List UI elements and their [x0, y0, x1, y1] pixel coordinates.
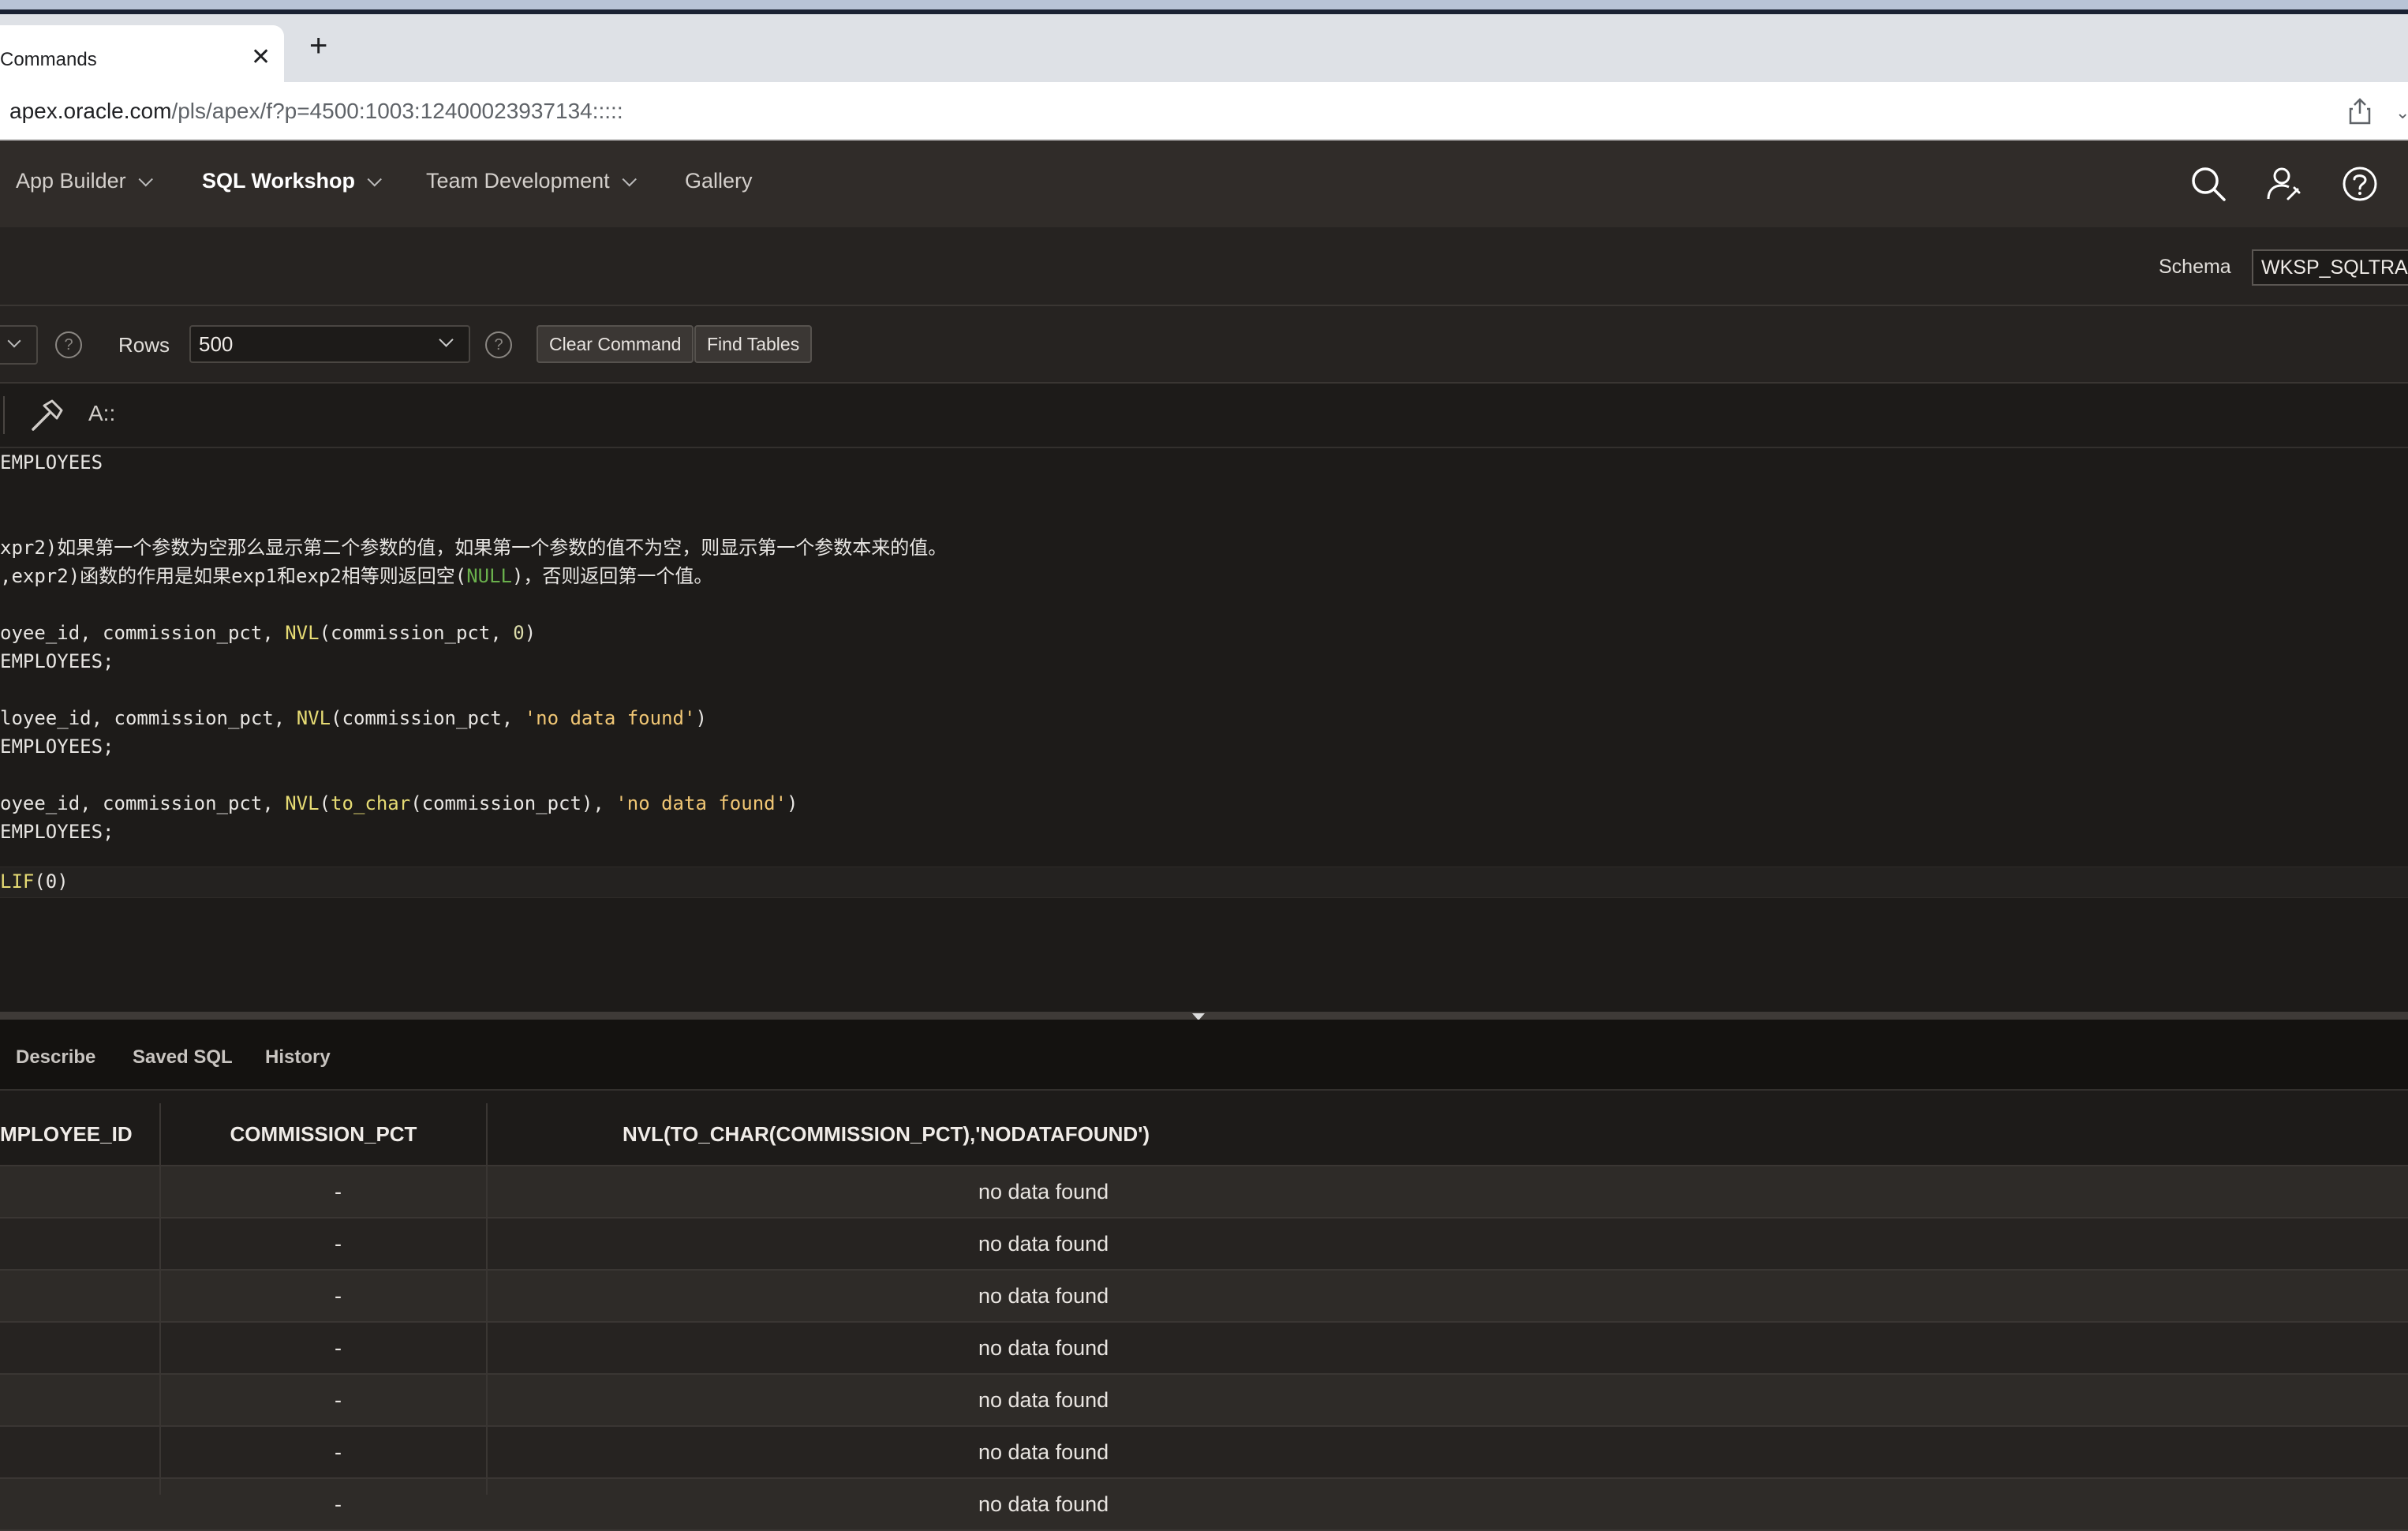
column-divider: [486, 1103, 488, 1495]
table-cell: no data found: [978, 1180, 1109, 1203]
nav-label: SQL Workshop: [202, 169, 356, 193]
browser-tab-strip: Commands ✕ +: [0, 14, 2408, 82]
url-host: apex.oracle.com: [9, 99, 172, 123]
table-cell: -: [335, 1336, 342, 1360]
url-text[interactable]: apex.oracle.com/pls/apex/f?p=4500:1003:1…: [9, 99, 623, 124]
format-icon[interactable]: A::: [88, 401, 115, 426]
nav-label: Team Development: [426, 169, 610, 193]
table-cell: no data found: [978, 1492, 1109, 1516]
table-header: MPLOYEE_ID COMMISSION_PCT NVL(TO_CHAR(CO…: [0, 1103, 2408, 1166]
code-line: LIF(0): [0, 870, 69, 893]
chevron-down-icon: [367, 172, 382, 187]
table-row: - no data found: [0, 1166, 2408, 1218]
hammer-icon[interactable]: [28, 398, 65, 434]
table-row: - no data found: [0, 1271, 2408, 1323]
browser-tab[interactable]: Commands ✕: [0, 25, 284, 82]
table-cell: no data found: [978, 1440, 1109, 1464]
nav-label: Gallery: [685, 169, 753, 193]
table-cell: no data found: [978, 1336, 1109, 1360]
rows-label: Rows: [118, 333, 170, 357]
share-icon[interactable]: [2348, 98, 2372, 125]
table-row: - no data found: [0, 1427, 2408, 1479]
chevron-down-icon: [7, 334, 21, 348]
table-row: - no data found: [0, 1323, 2408, 1375]
code-line: EMPLOYEES;: [0, 736, 114, 758]
code-line: ,expr2)函数的作用是如果exp1和exp2相等则返回空(NULL)，否则返…: [0, 565, 713, 587]
table-cell: -: [335, 1440, 342, 1464]
code-line: EMPLOYEES: [0, 451, 103, 474]
table-cell: no data found: [978, 1388, 1109, 1412]
results-table: MPLOYEE_ID COMMISSION_PCT NVL(TO_CHAR(CO…: [0, 1103, 2408, 1531]
rows-select[interactable]: 500: [189, 325, 470, 363]
tab-history[interactable]: History: [265, 1046, 331, 1069]
nav-team-development[interactable]: Team Development: [426, 169, 637, 193]
tab-saved-sql[interactable]: Saved SQL: [133, 1046, 233, 1069]
editor-toolbar: A::: [0, 384, 2408, 448]
rows-value: 500: [199, 332, 234, 356]
table-cell: -: [335, 1232, 342, 1256]
column-header[interactable]: COMMISSION_PCT: [161, 1103, 486, 1165]
new-tab-icon[interactable]: +: [309, 30, 327, 62]
table-cell: -: [335, 1492, 342, 1516]
help-icon[interactable]: ?: [485, 331, 512, 358]
clear-command-button[interactable]: Clear Command: [537, 325, 694, 363]
browser-tab-title: Commands: [0, 49, 97, 70]
column-header[interactable]: NVL(TO_CHAR(COMMISSION_PCT),'NODATAFOUND…: [488, 1103, 1284, 1165]
table-row: - no data found: [0, 1479, 2408, 1531]
nav-sql-workshop[interactable]: SQL Workshop: [202, 169, 382, 193]
table-cell: no data found: [978, 1284, 1109, 1308]
column-header[interactable]: MPLOYEE_ID: [0, 1103, 133, 1165]
help-icon[interactable]: [2340, 164, 2380, 204]
help-icon[interactable]: ?: [55, 331, 82, 358]
table-cell: -: [335, 1388, 342, 1412]
table-row: - no data found: [0, 1218, 2408, 1271]
language-select[interactable]: [0, 325, 38, 365]
results-tabs: Describe Saved SQL History: [0, 1020, 2408, 1091]
system-menu-bar: [0, 0, 2408, 14]
close-tab-icon[interactable]: ✕: [251, 46, 271, 69]
apex-navigation-bar: App Builder SQL Workshop Team Developmen…: [0, 140, 2408, 227]
nav-label: App Builder: [16, 169, 126, 193]
url-path: /pls/apex/f?p=4500:1003:12400023937134::…: [171, 99, 623, 123]
search-icon[interactable]: [2189, 164, 2228, 204]
table-cell: no data found: [978, 1232, 1109, 1256]
code-line: xpr2)如果第一个参数为空那么显示第二个参数的值，如果第一个参数的值不为空，则…: [0, 537, 948, 559]
code-line: EMPLOYEES;: [0, 821, 114, 843]
schema-label: Schema: [2159, 256, 2231, 278]
code-line: oyee_id, commission_pct, NVL(to_char(com…: [0, 792, 798, 814]
find-tables-button[interactable]: Find Tables: [694, 325, 813, 363]
tab-describe[interactable]: Describe: [16, 1046, 95, 1069]
code-line: EMPLOYEES;: [0, 650, 114, 672]
table-cell: -: [335, 1180, 342, 1203]
command-toolbar: ? Rows 500 ? Clear Command Find Tables: [0, 306, 2408, 384]
schema-select[interactable]: WKSP_SQLTRAIN: [2252, 249, 2408, 286]
table-cell: -: [335, 1284, 342, 1308]
chevron-down-icon: [138, 172, 153, 187]
sql-editor[interactable]: EMPLOYEES xpr2)如果第一个参数为空那么显示第二个参数的值，如果第一…: [0, 448, 2408, 1012]
schema-bar: Schema WKSP_SQLTRAIN: [0, 227, 2408, 306]
nav-gallery[interactable]: Gallery: [685, 169, 753, 193]
chevron-down-icon: [622, 172, 637, 187]
admin-user-icon[interactable]: [2264, 164, 2304, 204]
code-line: oyee_id, commission_pct, NVL(commission_…: [0, 622, 537, 644]
column-divider: [159, 1103, 161, 1495]
chevron-down-icon[interactable]: ⌄: [2395, 103, 2408, 123]
chevron-down-icon: [439, 332, 454, 347]
nav-app-builder[interactable]: App Builder: [16, 169, 153, 193]
address-bar[interactable]: apex.oracle.com/pls/apex/f?p=4500:1003:1…: [0, 82, 2408, 140]
divider: [3, 396, 5, 434]
table-row: - no data found: [0, 1375, 2408, 1427]
current-line-highlight: [0, 867, 2408, 898]
code-line: loyee_id, commission_pct, NVL(commission…: [0, 707, 707, 729]
